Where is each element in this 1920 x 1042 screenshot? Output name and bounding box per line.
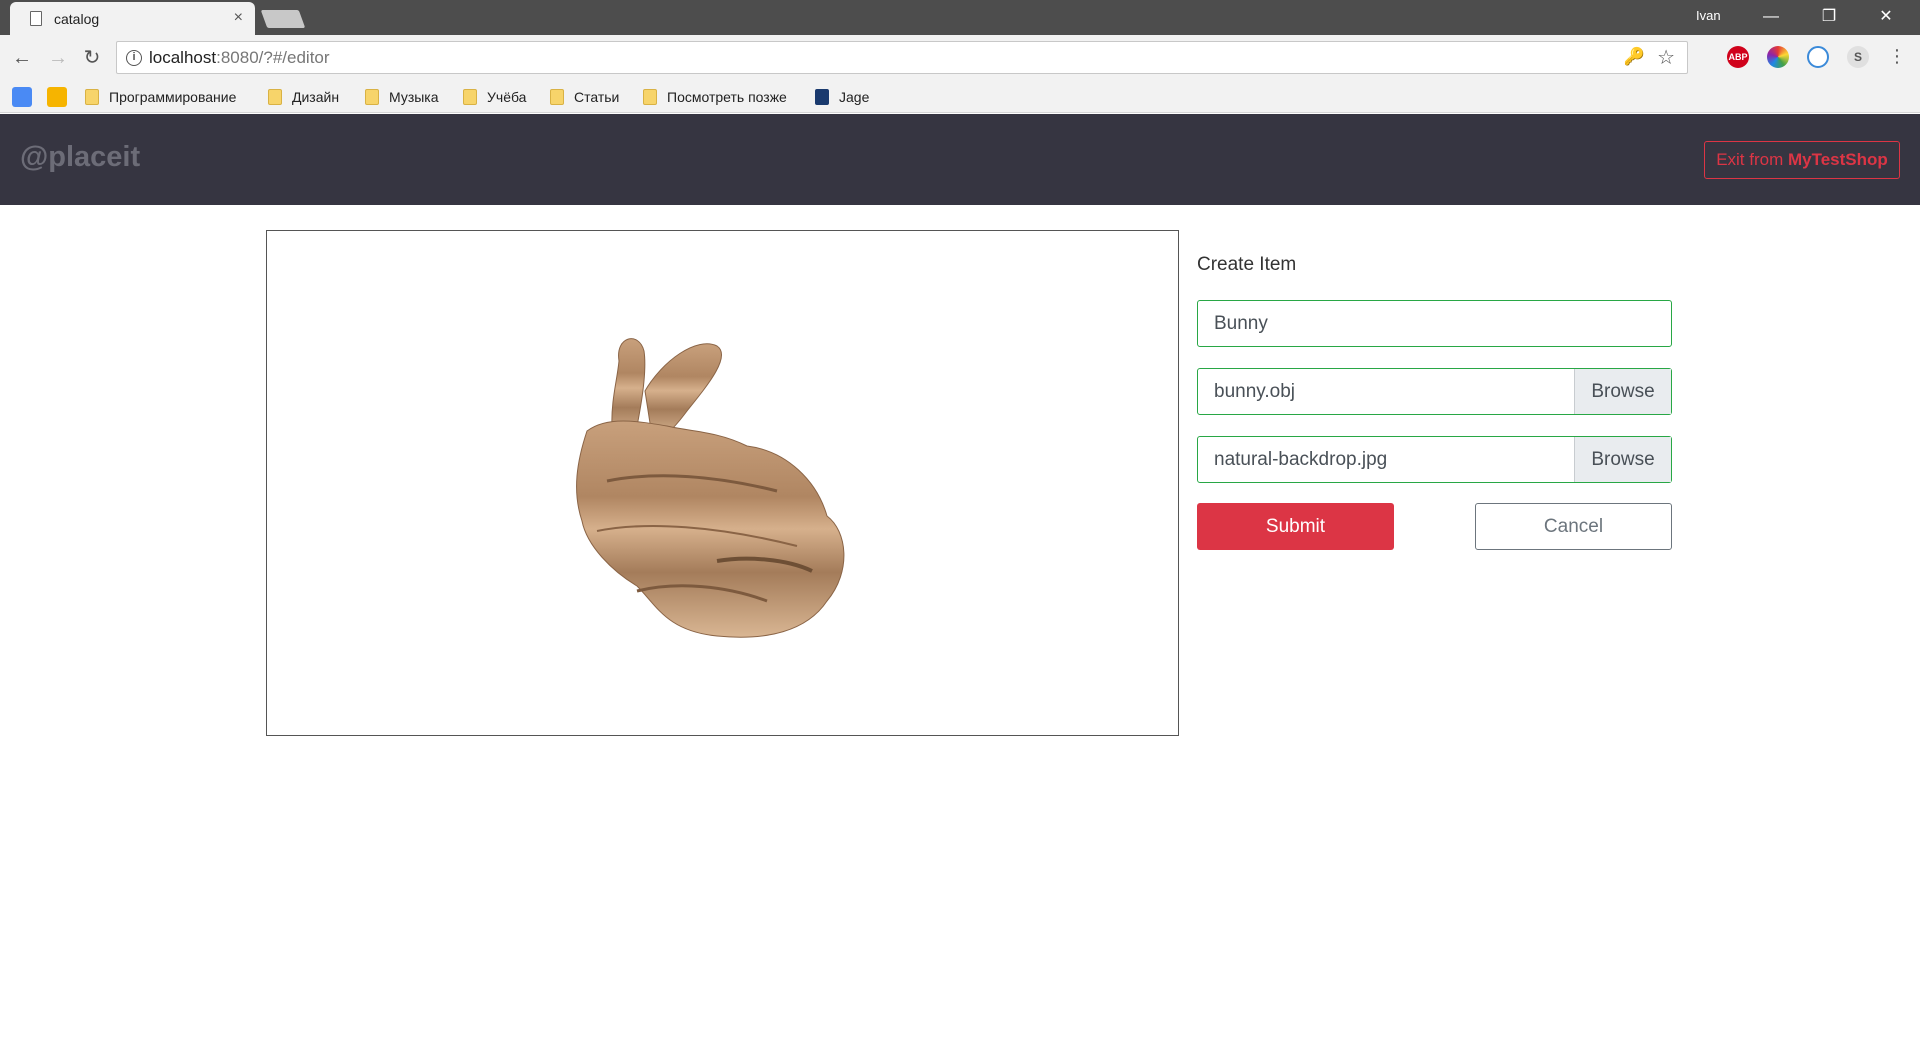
bookmark-articles[interactable]: Статьи: [550, 87, 619, 107]
browser-toolbar: ← → ↻ i localhost:8080/?#/editor 🔑 ☆ ABP…: [0, 35, 1920, 81]
form-title: Create Item: [1197, 254, 1297, 275]
color-picker-icon[interactable]: [1767, 46, 1789, 68]
reload-icon[interactable]: ↻: [78, 44, 106, 72]
folder-icon: [643, 89, 657, 105]
tab-close-icon[interactable]: ×: [234, 9, 243, 27]
google-translate-icon[interactable]: [12, 87, 32, 107]
bookmark-music[interactable]: Музыка: [365, 87, 439, 107]
close-window-icon[interactable]: ✕: [1866, 4, 1906, 30]
info-icon[interactable]: i: [126, 50, 142, 66]
bookmark-study[interactable]: Учёба: [463, 87, 526, 107]
model-file-input[interactable]: bunny.obj Browse: [1197, 368, 1672, 415]
profile-name[interactable]: Ivan: [1696, 8, 1721, 23]
keep-icon[interactable]: [47, 87, 67, 107]
model-file-value: bunny.obj: [1214, 381, 1295, 402]
adblock-icon[interactable]: ABP: [1727, 46, 1749, 68]
texture-file-input[interactable]: natural-backdrop.jpg Browse: [1197, 436, 1672, 483]
folder-icon: [268, 89, 282, 105]
texture-browse-button[interactable]: Browse: [1574, 437, 1671, 482]
forward-icon[interactable]: →: [44, 44, 72, 72]
model-browse-button[interactable]: Browse: [1574, 369, 1671, 414]
folder-icon: [85, 89, 99, 105]
minimize-icon[interactable]: —: [1751, 4, 1791, 30]
tab-title: catalog: [54, 11, 100, 27]
browser-tab[interactable]: catalog ×: [10, 2, 255, 35]
restore-icon[interactable]: ❐: [1809, 4, 1849, 30]
back-icon[interactable]: ←: [8, 44, 36, 72]
bookmark-jage[interactable]: Jage: [815, 87, 869, 107]
bookmark-programming[interactable]: Программирование: [85, 87, 236, 107]
folder-icon: [463, 89, 477, 105]
exit-shop-button[interactable]: Exit from MyTestShop: [1704, 141, 1900, 179]
item-name-value: Bunny: [1214, 313, 1268, 334]
page-icon: [30, 11, 42, 26]
bookmark-design[interactable]: Дизайн: [268, 87, 339, 107]
submit-button[interactable]: Submit: [1197, 503, 1394, 550]
new-tab-button[interactable]: [260, 10, 306, 28]
texture-file-value: natural-backdrop.jpg: [1214, 449, 1388, 470]
cancel-button[interactable]: Cancel: [1475, 503, 1672, 550]
model-viewer[interactable]: [266, 230, 1179, 736]
address-bar[interactable]: i localhost:8080/?#/editor 🔑 ☆: [116, 41, 1688, 74]
extension-s-icon[interactable]: S: [1847, 46, 1869, 68]
browser-titlebar: catalog × Ivan — ❐ ✕: [0, 0, 1920, 35]
app-header: @placeit Exit from MyTestShop: [0, 114, 1920, 205]
browser-menu-icon[interactable]: ⋮: [1888, 46, 1906, 66]
bookmark-watch-later[interactable]: Посмотреть позже: [643, 87, 787, 107]
bookmarks-bar: Программирование Дизайн Музыка Учёба Ста…: [0, 81, 1920, 113]
item-name-input[interactable]: Bunny: [1197, 300, 1672, 347]
key-icon[interactable]: 🔑: [1624, 47, 1645, 67]
folder-icon: [550, 89, 564, 105]
extension-triangle-icon[interactable]: [1807, 46, 1829, 68]
folder-icon: [365, 89, 379, 105]
url-text: localhost:8080/?#/editor: [149, 48, 330, 67]
bunny-model[interactable]: [567, 331, 867, 651]
bunny-shape: [576, 338, 845, 638]
app-icon: [815, 89, 829, 105]
brand-logo[interactable]: @placeit: [20, 141, 140, 174]
bookmark-star-icon[interactable]: ☆: [1657, 45, 1675, 70]
